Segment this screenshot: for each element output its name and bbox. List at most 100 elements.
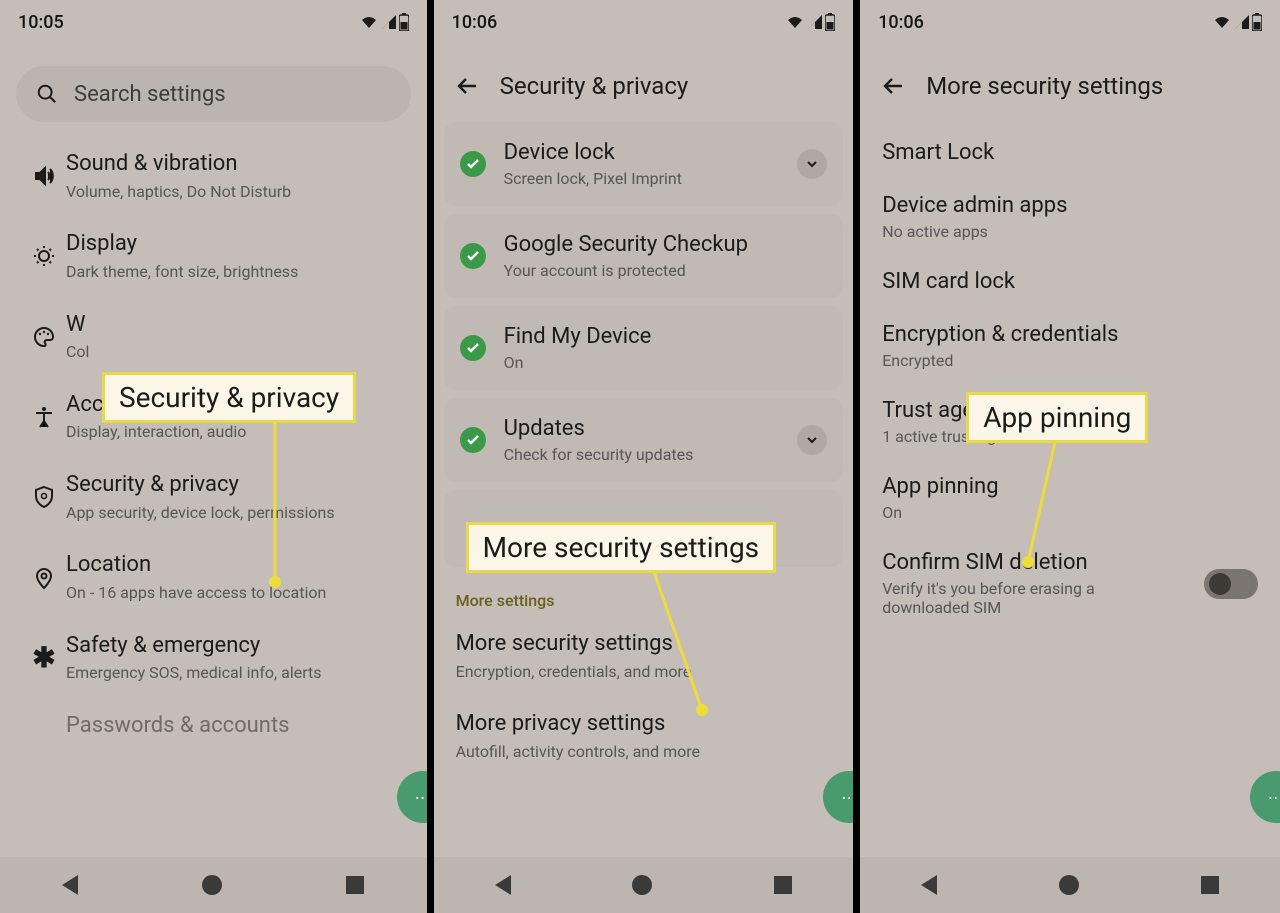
fab-button[interactable]: ⋯ xyxy=(397,771,427,823)
row-title: Security & privacy xyxy=(66,471,409,499)
row-subtitle: Autofill, activity controls, and more xyxy=(456,742,836,763)
nav-bar xyxy=(434,857,854,913)
toggle-knob xyxy=(1209,573,1231,595)
page-title: More security settings xyxy=(926,72,1163,100)
card-device-lock[interactable]: Device lock Screen lock, Pixel Imprint xyxy=(444,122,844,206)
row-title: More security settings xyxy=(456,630,836,658)
row-title: SIM card lock xyxy=(882,269,1258,294)
search-settings[interactable]: Search settings xyxy=(16,66,411,122)
row-encryption-credentials[interactable]: Encryption & credentialsEncrypted xyxy=(860,308,1280,384)
expand-button[interactable] xyxy=(797,149,827,179)
row-sim-card-lock[interactable]: SIM card lock xyxy=(860,255,1280,308)
row-device-admin-apps[interactable]: Device admin appsNo active apps xyxy=(860,179,1280,255)
nav-back[interactable] xyxy=(495,875,511,895)
toggle-confirm-sim-deletion[interactable] xyxy=(1204,569,1258,599)
status-time: 10:06 xyxy=(452,12,498,33)
row-title: Encryption & credentials xyxy=(882,322,1258,347)
appbar: More security settings xyxy=(860,58,1280,114)
palette-icon xyxy=(22,325,66,349)
wifi-icon xyxy=(359,14,379,30)
fab-button[interactable]: ⋯ xyxy=(1250,771,1280,823)
row-location[interactable]: LocationOn - 16 apps have access to loca… xyxy=(0,537,427,617)
row-subtitle: App security, device lock, permissions xyxy=(66,503,409,524)
row-confirm-sim-deletion[interactable]: Confirm SIM deletionVerify it's you befo… xyxy=(860,536,1280,631)
row-title: Device admin apps xyxy=(882,193,1258,218)
expand-button[interactable] xyxy=(797,425,827,455)
row-smart-lock[interactable]: Smart Lock xyxy=(860,126,1280,179)
card-subtitle: Screen lock, Pixel Imprint xyxy=(504,169,798,188)
card-title: Device lock xyxy=(504,140,798,165)
dots-icon: ⋯ xyxy=(1268,788,1280,807)
dots-icon: ⋯ xyxy=(841,788,853,807)
check-icon xyxy=(460,243,486,269)
back-button[interactable] xyxy=(876,68,912,104)
nav-recents[interactable] xyxy=(1201,876,1219,894)
row-subtitle: Volume, haptics, Do Not Disturb xyxy=(66,182,409,203)
status-bar: 10:06 xyxy=(434,0,854,44)
chevron-down-icon xyxy=(805,157,819,171)
row-subtitle: Display, interaction, audio xyxy=(66,422,409,443)
panel-more-security-settings: 10:06 More security settings Smart Lock … xyxy=(853,0,1280,913)
row-subtitle: Dark theme, font size, brightness xyxy=(66,262,409,283)
status-bar: 10:05 xyxy=(0,0,427,44)
row-passwords-accounts[interactable]: Passwords & accounts xyxy=(0,698,427,754)
nav-recents[interactable] xyxy=(346,876,364,894)
accessibility-icon xyxy=(22,405,66,429)
callout-more-security-settings: More security settings xyxy=(466,522,777,573)
card-updates[interactable]: UpdatesCheck for security updates xyxy=(444,398,844,482)
battery-icon xyxy=(399,13,409,31)
fab-button[interactable]: ⋯ xyxy=(823,771,853,823)
row-title: Display xyxy=(66,230,409,258)
nav-back[interactable] xyxy=(921,875,937,895)
row-safety-emergency[interactable]: ✱ Safety & emergencyEmergency SOS, medic… xyxy=(0,618,427,698)
signal-icon xyxy=(1234,14,1250,30)
nav-bar xyxy=(0,857,427,913)
card-find-my-device[interactable]: Find My DeviceOn xyxy=(444,306,844,390)
row-wallpaper-style[interactable]: Wallpaper & styleCol xyxy=(0,297,427,377)
row-subtitle: Emergency SOS, medical info, alerts xyxy=(66,663,409,684)
wifi-icon xyxy=(785,14,805,30)
security-cards: Device lock Screen lock, Pixel Imprint Go… xyxy=(434,122,854,567)
nav-back[interactable] xyxy=(62,875,78,895)
battery-icon xyxy=(1252,13,1262,31)
row-subtitle: On - 16 apps have access to location xyxy=(66,583,409,604)
speaker-icon xyxy=(22,164,66,188)
nav-recents[interactable] xyxy=(774,876,792,894)
callout-dot xyxy=(696,704,708,716)
status-icons xyxy=(359,13,409,31)
status-time: 10:06 xyxy=(878,12,924,33)
row-sound-vibration[interactable]: Sound & vibration Volume, haptics, Do Not… xyxy=(0,136,427,216)
back-button[interactable] xyxy=(450,68,486,104)
row-title: Smart Lock xyxy=(882,140,1258,165)
row-title: Sound & vibration xyxy=(66,150,409,178)
appbar: Security & privacy xyxy=(434,58,854,114)
panel-settings-main: 10:05 Search settings Sound & vibration V… xyxy=(0,0,427,913)
chevron-down-icon xyxy=(805,433,819,447)
nav-home[interactable] xyxy=(632,875,652,895)
card-subtitle: Check for security updates xyxy=(504,445,798,464)
row-title: Wallpaper & style xyxy=(66,311,409,339)
nav-home[interactable] xyxy=(202,875,222,895)
card-google-security-checkup[interactable]: Google Security CheckupYour account is p… xyxy=(444,214,844,298)
asterisk-icon: ✱ xyxy=(22,644,66,672)
back-arrow-icon xyxy=(882,74,906,98)
settings-list: Sound & vibration Volume, haptics, Do Not… xyxy=(0,136,427,754)
row-app-pinning[interactable]: App pinningOn xyxy=(860,460,1280,536)
search-placeholder: Search settings xyxy=(74,82,226,107)
nav-home[interactable] xyxy=(1059,875,1079,895)
shield-icon xyxy=(22,485,66,509)
row-title: More privacy settings xyxy=(456,710,836,738)
status-bar: 10:06 xyxy=(860,0,1280,44)
status-icons xyxy=(1212,13,1262,31)
row-title: Passwords & accounts xyxy=(66,712,409,740)
callout-dot xyxy=(269,576,281,588)
row-more-security-settings[interactable]: More security settingsEncryption, creden… xyxy=(434,616,854,696)
row-title: App pinning xyxy=(882,474,1258,499)
check-icon xyxy=(460,427,486,453)
page-title: Security & privacy xyxy=(500,72,689,100)
row-security-privacy[interactable]: Security & privacy App security, device l… xyxy=(0,457,427,537)
row-title: Confirm SIM deletion xyxy=(882,550,1188,575)
row-display[interactable]: Display Dark theme, font size, brightness xyxy=(0,216,427,296)
row-more-privacy-settings[interactable]: More privacy settings Autofill, activity … xyxy=(434,696,854,776)
section-header-more-settings: More settings xyxy=(434,575,854,616)
